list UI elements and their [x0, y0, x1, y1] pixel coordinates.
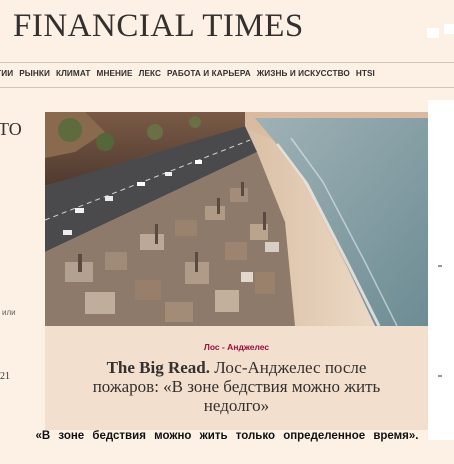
- masthead-artifact: [427, 28, 439, 38]
- right-column-mark: [438, 265, 442, 267]
- section-nav-track: ОГИИ РЫНКИ КЛИМАТ МНЕНИЕ ЛЕКС РАБОТА И К…: [0, 69, 375, 78]
- masthead-artifact: [444, 24, 454, 34]
- article-tag[interactable]: Лос - Анджелес: [45, 342, 428, 352]
- article-headline[interactable]: The Big Read. Лос-Анджелес после пожаров…: [75, 358, 398, 415]
- nav-item-opinion[interactable]: МНЕНИЕ: [97, 69, 133, 78]
- nav-item-life-arts[interactable]: ЖИЗНЬ И ИСКУССТВО: [257, 69, 350, 78]
- lead-article-card[interactable]: Лос - Анджелес The Big Read. Лос-Анджеле…: [45, 112, 428, 430]
- right-column-cropped: [428, 100, 454, 440]
- right-column-mark: [438, 375, 442, 377]
- nav-item-technology[interactable]: ОГИИ: [0, 69, 13, 78]
- left-text-fragment: или: [2, 308, 16, 317]
- left-headline-fragment[interactable]: ТО: [0, 119, 22, 140]
- ft-logo[interactable]: FINANCIAL TIMES: [13, 8, 304, 45]
- masthead: FINANCIAL TIMES: [0, 0, 454, 62]
- video-caption: «В зоне бедствия можно жить только опред…: [35, 430, 419, 442]
- nav-item-lex[interactable]: ЛЕКС: [139, 69, 161, 78]
- nav-item-htsi[interactable]: HTSI: [356, 69, 375, 78]
- left-date-fragment: 21: [0, 371, 10, 382]
- headline-prefix: The Big Read.: [106, 358, 210, 377]
- nav-item-climate[interactable]: КЛИМАТ: [56, 69, 91, 78]
- article-hero-image[interactable]: [45, 112, 428, 326]
- nav-item-work-careers[interactable]: РАБОТА И КАРЬЕРА: [167, 69, 251, 78]
- hero-photo: [45, 112, 428, 326]
- section-nav: ОГИИ РЫНКИ КЛИМАТ МНЕНИЕ ЛЕКС РАБОТА И К…: [0, 62, 454, 88]
- nav-item-markets[interactable]: РЫНКИ: [19, 69, 50, 78]
- left-column-cropped: ТО или 21: [0, 86, 44, 464]
